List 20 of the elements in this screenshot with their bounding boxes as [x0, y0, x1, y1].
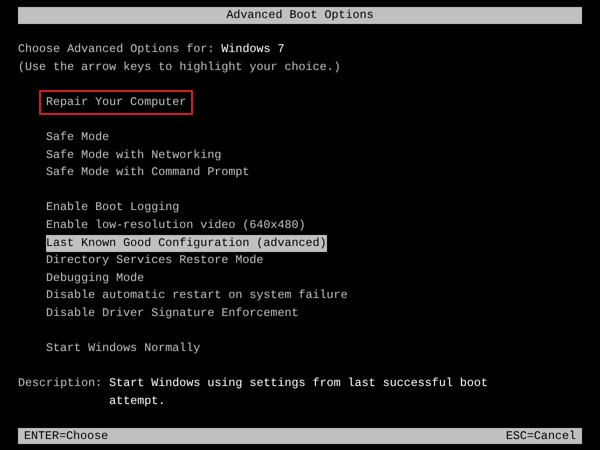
boot-option[interactable]: Debugging Mode	[46, 270, 144, 288]
boot-option[interactable]: Enable Boot Logging	[46, 199, 180, 217]
hint-text: (Use the arrow keys to highlight your choice.)	[18, 58, 341, 76]
boot-option[interactable]: Enable low-resolution video (640x480)	[46, 216, 306, 235]
escape-hint: ESC=Cancel	[506, 428, 576, 444]
boot-option[interactable]: Disable automatic restart on system failure	[46, 287, 348, 305]
description-text: Start Windows using settings from last successful boot	[109, 375, 488, 392]
boot-option[interactable]: Last Known Good Configuration (advanced)	[46, 234, 327, 252]
boot-option[interactable]: Safe Mode with Networking	[46, 146, 222, 164]
description-text: attempt.	[109, 392, 166, 410]
boot-option[interactable]: Safe Mode	[46, 128, 110, 147]
boot-option[interactable]: Disable Driver Signature Enforcement	[46, 304, 298, 322]
description-label: Description:	[18, 375, 102, 392]
title-bar: Advanced Boot Options	[18, 7, 582, 24]
enter-hint: ENTER=Choose	[24, 428, 108, 444]
os-name: Windows 7	[221, 41, 285, 58]
boot-option[interactable]: Safe Mode with Command Prompt	[46, 164, 250, 182]
boot-option[interactable]: Directory Services Restore Mode	[46, 252, 264, 270]
boot-option[interactable]: Start Windows Normally	[46, 340, 200, 358]
prompt-label: Choose Advanced Options for:	[18, 41, 216, 58]
